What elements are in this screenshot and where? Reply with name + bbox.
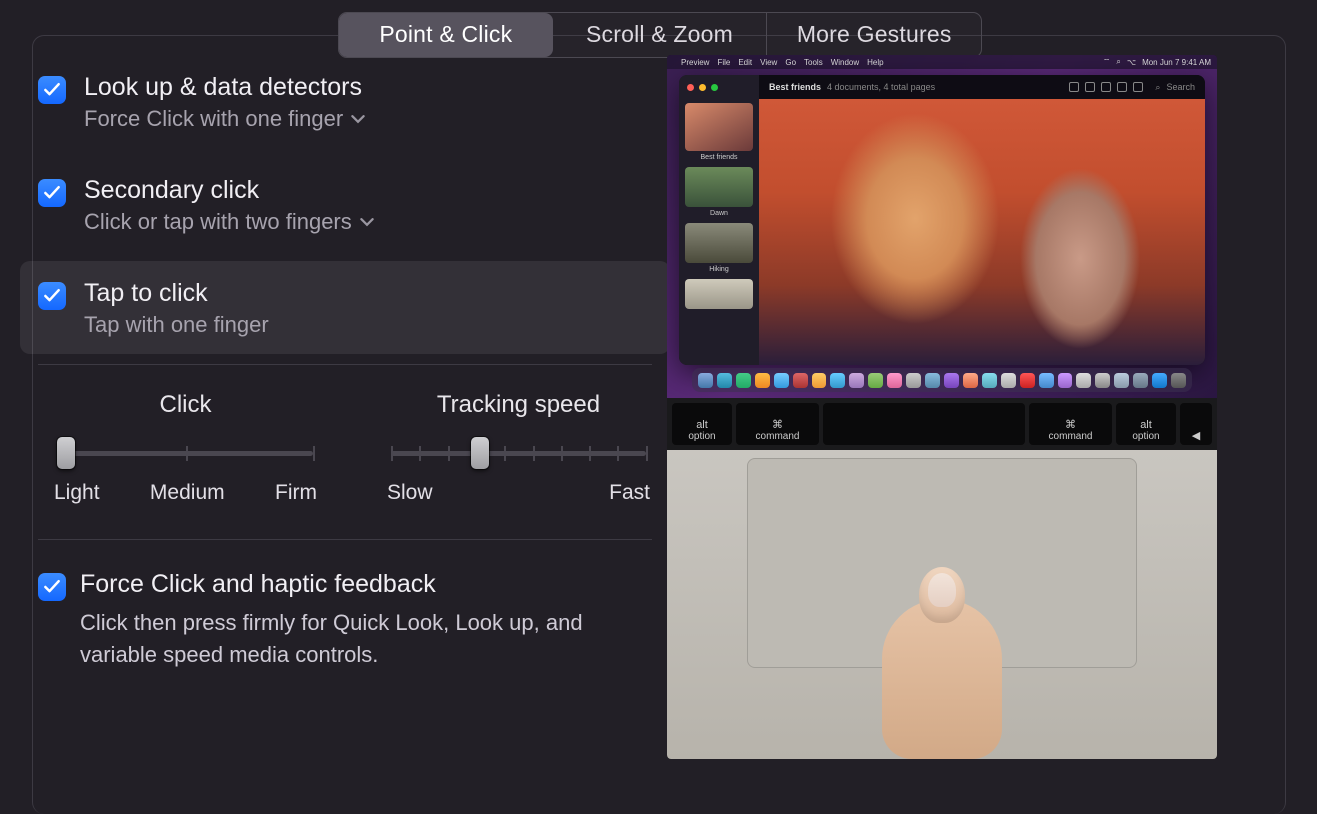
- checkmark-icon: [42, 80, 62, 100]
- click-slider-labels: Light Medium Firm: [54, 481, 317, 505]
- preview-menubar: Preview File Edit View Go Tools Window H…: [667, 55, 1217, 69]
- tracking-slider-title: Tracking speed: [387, 391, 650, 419]
- checkmark-icon: [42, 286, 62, 306]
- key-command: ⌘command: [736, 403, 819, 445]
- tracking-slider-col: Tracking speed Slow Fast: [387, 391, 650, 505]
- preview-photo: [759, 99, 1205, 365]
- thumbnail: [685, 279, 753, 309]
- tab-scroll-zoom[interactable]: Scroll & Zoom: [553, 13, 767, 57]
- search-icon: ⌕: [1116, 57, 1120, 67]
- click-slider-col: Click Light Medium Firm: [54, 391, 317, 505]
- search-icon: ⌕: [1155, 82, 1160, 93]
- checkmark-icon: [42, 577, 62, 597]
- lookup-text: Look up & data detectors Force Click wit…: [84, 73, 365, 132]
- preview-trackpad-area: [667, 450, 1217, 759]
- tracking-slider[interactable]: [391, 437, 646, 469]
- chevron-down-icon: [351, 112, 365, 126]
- preview-main: Best friends 4 documents, 4 total pages …: [759, 75, 1205, 365]
- preview-sidebar: Best friends Dawn Hiking: [679, 75, 759, 365]
- tab-more-gestures[interactable]: More Gestures: [767, 13, 981, 57]
- checkmark-icon: [42, 183, 62, 203]
- key-space: [823, 403, 1025, 445]
- preview-desktop: Preview File Edit View Go Tools Window H…: [667, 55, 1217, 398]
- force-click-text: Force Click and haptic feedback Click th…: [80, 570, 600, 671]
- key-option: altoption: [1116, 403, 1176, 445]
- preview-finger: [842, 549, 1042, 759]
- control-center-icon: ⌥: [1127, 58, 1136, 67]
- thumbnail: [685, 167, 753, 207]
- secondary-subtitle: Click or tap with two fingers: [84, 209, 352, 235]
- secondary-dropdown[interactable]: Click or tap with two fingers: [84, 209, 374, 235]
- click-slider[interactable]: [58, 437, 313, 469]
- secondary-click-checkbox[interactable]: [38, 179, 66, 207]
- tap-title: Tap to click: [84, 279, 269, 308]
- tap-to-click-checkbox[interactable]: [38, 282, 66, 310]
- tab-point-click[interactable]: Point & Click: [339, 13, 553, 57]
- preview-titlebar: Best friends 4 documents, 4 total pages …: [759, 75, 1205, 99]
- tracking-slider-knob[interactable]: [471, 437, 489, 469]
- preview-keyboard: altoption ⌘command ⌘command altoption ◀: [667, 398, 1217, 450]
- options-column: Look up & data detectors Force Click wit…: [20, 55, 670, 671]
- lookup-dropdown[interactable]: Force Click with one finger: [84, 106, 365, 132]
- toolbar-icon: [1069, 82, 1079, 92]
- preview-dock: [692, 368, 1192, 392]
- traffic-lights: [685, 81, 753, 97]
- tap-text: Tap to click Tap with one finger: [84, 279, 269, 338]
- toolbar-icon: [1117, 82, 1127, 92]
- click-slider-title: Click: [54, 391, 317, 419]
- chevron-down-icon: [360, 215, 374, 229]
- thumbnail: [685, 103, 753, 151]
- lookup-subtitle: Force Click with one finger: [84, 106, 343, 132]
- tap-subtitle: Tap with one finger: [84, 312, 269, 338]
- tab-bar: Point & Click Scroll & Zoom More Gesture…: [338, 12, 982, 58]
- lookup-checkbox[interactable]: [38, 76, 66, 104]
- preview-window: Best friends Dawn Hiking Best friends 4 …: [679, 75, 1205, 365]
- key-option: altoption: [672, 403, 732, 445]
- menubar-right: ⌔ ⌕ ⌥ Mon Jun 7 9:41 AM: [1103, 57, 1211, 67]
- lookup-option-row[interactable]: Look up & data detectors Force Click wit…: [20, 55, 670, 148]
- sliders-row: Click Light Medium Firm Tracking speed: [20, 365, 670, 513]
- toolbar-icon: [1101, 82, 1111, 92]
- tap-to-click-option-row[interactable]: Tap to click Tap with one finger: [20, 261, 670, 354]
- click-slider-knob[interactable]: [57, 437, 75, 469]
- tracking-slider-labels: Slow Fast: [387, 481, 650, 505]
- force-click-desc: Click then press firmly for Quick Look, …: [80, 607, 600, 671]
- toolbar-icon: [1085, 82, 1095, 92]
- force-click-checkbox[interactable]: [38, 573, 66, 601]
- secondary-click-option-row[interactable]: Secondary click Click or tap with two fi…: [20, 158, 670, 251]
- lookup-title: Look up & data detectors: [84, 73, 365, 102]
- gesture-preview: Preview File Edit View Go Tools Window H…: [667, 55, 1217, 759]
- thumbnail: [685, 223, 753, 263]
- force-click-title: Force Click and haptic feedback: [80, 570, 600, 599]
- secondary-title: Secondary click: [84, 176, 374, 205]
- key-arrow-left: ◀: [1180, 403, 1212, 445]
- key-command: ⌘command: [1029, 403, 1112, 445]
- wifi-icon: ⌔: [1103, 57, 1111, 67]
- toolbar-icon: [1133, 82, 1143, 92]
- force-click-row: Force Click and haptic feedback Click th…: [20, 540, 670, 671]
- secondary-text: Secondary click Click or tap with two fi…: [84, 176, 374, 235]
